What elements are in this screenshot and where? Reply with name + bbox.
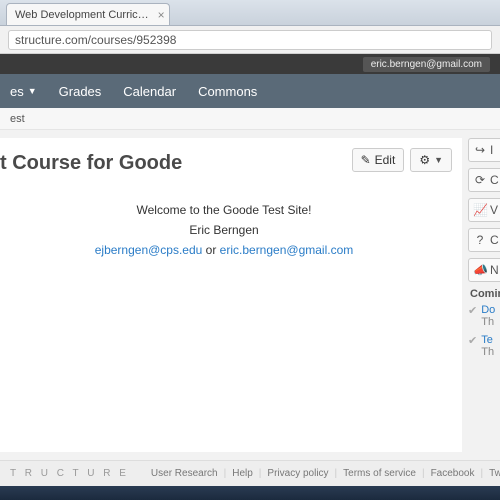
check-icon: ✔ — [468, 304, 477, 328]
coming-up-header: Comin — [470, 288, 500, 300]
nav-label: Commons — [198, 84, 257, 99]
feed-sub: Th — [481, 346, 494, 358]
address-bar: structure.com/courses/952398 — [0, 26, 500, 54]
sidebar-btn-2[interactable]: 📈V — [468, 198, 500, 222]
right-sidebar: ↪I ⟳C 📈V ?C 📣N Comin ✔ Do Th ✔ Te Th — [462, 130, 500, 460]
os-taskbar — [0, 486, 500, 500]
sidebar-btn-label: C — [490, 233, 499, 247]
course-home-card: ✎ Edit ⚙ ▼ t Course for Goode Welcome to… — [0, 138, 462, 452]
nav-label: es — [10, 84, 24, 99]
browser-tab-strip: Web Development Curric… × — [0, 0, 500, 26]
browser-tab[interactable]: Web Development Curric… × — [6, 3, 170, 25]
sidebar-btn-label: C — [490, 173, 499, 187]
gear-icon: ⚙ — [419, 153, 430, 167]
footer-link[interactable]: Facebook — [431, 468, 475, 479]
url-input[interactable]: structure.com/courses/952398 — [8, 30, 492, 50]
footer-link[interactable]: Privacy policy — [267, 468, 328, 479]
nav-item-grades[interactable]: Grades — [59, 84, 102, 99]
chevron-down-icon: ▼ — [28, 86, 37, 96]
sidebar-btn-label: V — [490, 203, 498, 217]
feed-title: Te — [481, 334, 494, 346]
nav-label: Calendar — [123, 84, 176, 99]
user-email-pill[interactable]: eric.berngen@gmail.com — [363, 57, 490, 72]
footer-link[interactable]: Twitter — [489, 468, 500, 479]
sidebar-btn-0[interactable]: ↪I — [468, 138, 500, 162]
refresh-icon: ⟳ — [473, 173, 487, 187]
welcome-line: Welcome to the Goode Test Site! — [0, 203, 448, 217]
edit-button[interactable]: ✎ Edit — [352, 148, 405, 172]
feed-sub: Th — [481, 316, 495, 328]
breadcrumb-text: est — [10, 113, 25, 125]
sidebar-btn-label: I — [490, 143, 493, 157]
author-line: Eric Berngen — [0, 223, 448, 237]
announce-icon: 📣 — [473, 263, 487, 277]
feed-item[interactable]: ✔ Te Th — [468, 334, 500, 358]
footer-link[interactable]: Terms of service — [343, 468, 416, 479]
main-nav: es ▼ Grades Calendar Commons — [0, 74, 500, 108]
footer-link[interactable]: User Research — [151, 468, 218, 479]
feed-title: Do — [481, 304, 495, 316]
edit-label: Edit — [375, 153, 396, 167]
url-text: structure.com/courses/952398 — [15, 33, 176, 47]
sidebar-btn-3[interactable]: ?C — [468, 228, 500, 252]
nav-item-commons[interactable]: Commons — [198, 84, 257, 99]
feed-item[interactable]: ✔ Do Th — [468, 304, 500, 328]
nav-item-calendar[interactable]: Calendar — [123, 84, 176, 99]
sidebar-btn-4[interactable]: 📣N — [468, 258, 500, 282]
check-icon: ✔ — [468, 334, 477, 358]
footer-link[interactable]: Help — [232, 468, 253, 479]
help-icon: ? — [473, 233, 487, 247]
user-strip: eric.berngen@gmail.com — [0, 54, 500, 74]
user-email: eric.berngen@gmail.com — [371, 59, 482, 70]
or-text: or — [202, 243, 219, 257]
chevron-down-icon: ▼ — [434, 155, 443, 165]
footer: T R U C T U R E User Research| Help| Pri… — [0, 460, 500, 486]
brand-text: T R U C T U R E — [10, 468, 129, 479]
contact-line: ejberngen@cps.edu or eric.berngen@gmail.… — [0, 243, 448, 257]
settings-button[interactable]: ⚙ ▼ — [410, 148, 452, 172]
breadcrumb: est — [0, 108, 500, 130]
welcome-block: Welcome to the Goode Test Site! Eric Ber… — [0, 203, 448, 257]
email-link-1[interactable]: ejberngen@cps.edu — [95, 243, 203, 257]
tab-title: Web Development Curric… — [15, 9, 149, 21]
pencil-icon: ✎ — [361, 153, 371, 167]
stats-icon: 📈 — [473, 203, 487, 217]
nav-item-courses[interactable]: es ▼ — [10, 84, 37, 99]
sidebar-btn-label: N — [490, 263, 499, 277]
sidebar-btn-1[interactable]: ⟳C — [468, 168, 500, 192]
close-icon[interactable]: × — [158, 8, 165, 22]
nav-label: Grades — [59, 84, 102, 99]
email-link-2[interactable]: eric.berngen@gmail.com — [220, 243, 354, 257]
import-icon: ↪ — [473, 143, 487, 157]
